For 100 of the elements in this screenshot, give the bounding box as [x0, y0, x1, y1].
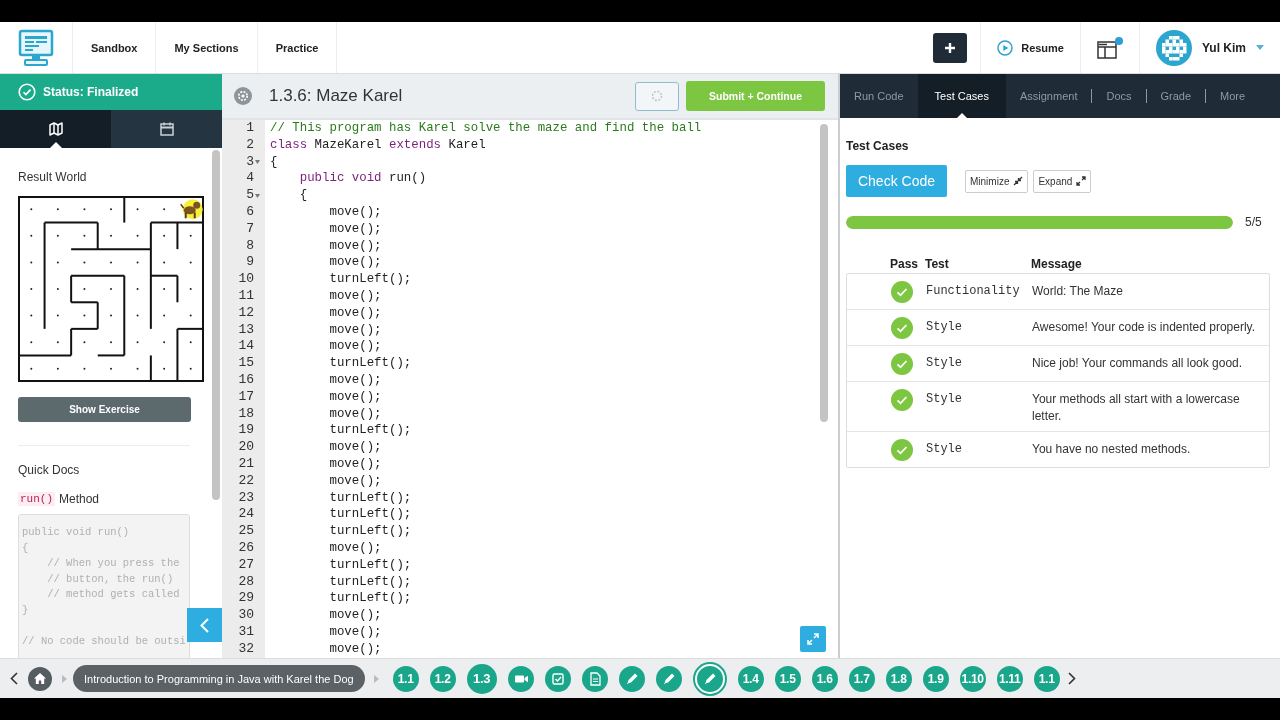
line-number: 19: [238, 422, 254, 440]
code-line: move();: [328, 304, 382, 322]
line-number: 14: [238, 338, 254, 356]
lesson-button[interactable]: 1.11: [996, 665, 1023, 692]
lesson-button[interactable]: 1.7: [848, 665, 875, 692]
add-button[interactable]: [933, 32, 968, 63]
next-button[interactable]: [1067, 672, 1076, 685]
tab[interactable]: More: [1206, 74, 1260, 118]
line-number: 1: [246, 120, 254, 137]
code-line: move();: [328, 388, 382, 406]
line-number: 8: [246, 237, 254, 255]
minimize-button[interactable]: Minimize: [965, 169, 1029, 193]
tab[interactable]: Run Code: [840, 74, 918, 118]
code-line: move();: [328, 539, 382, 557]
panel-tab[interactable]: [0, 110, 111, 148]
fullscreen-button[interactable]: [800, 626, 826, 652]
code-line: class MazeKarel extends Karel: [269, 136, 486, 154]
show-exercise-button[interactable]: Show Exercise: [18, 397, 191, 422]
activity-button[interactable]: [544, 665, 571, 692]
activity-button[interactable]: [507, 665, 534, 692]
code-line: turnLeft();: [328, 556, 412, 574]
column-header: Message: [1031, 257, 1083, 273]
lesson-button[interactable]: 1.2: [429, 665, 456, 692]
lesson-button[interactable]: 1.9: [922, 665, 949, 692]
home-icon: [34, 673, 46, 684]
home-button[interactable]: [28, 666, 52, 691]
code-line: move();: [328, 220, 382, 238]
code-line: // This program has Karel solve the maze and find the ball: [269, 120, 702, 137]
activity-button[interactable]: [655, 665, 682, 692]
code-line: {: [298, 187, 308, 204]
tab[interactable]: Test Cases: [917, 74, 1006, 118]
window-icon[interactable]: [1097, 40, 1117, 59]
activity-button[interactable]: [694, 663, 725, 694]
table-cell-text: Your methods all start with a lowercase letter.: [1032, 391, 1241, 425]
logo-icon[interactable]: [18, 28, 54, 67]
lesson-button[interactable]: 1.6: [811, 665, 838, 692]
tab[interactable]: Grade: [1146, 74, 1206, 118]
code-line: move();: [328, 287, 382, 305]
document-icon: [587, 671, 602, 686]
lesson-button[interactable]: 1.4: [737, 665, 764, 692]
tab[interactable]: Docs: [1092, 74, 1146, 118]
section-title: Test Cases: [846, 139, 910, 153]
fold-icon[interactable]: [255, 160, 260, 164]
triangle-icon: [62, 674, 67, 683]
previous-button[interactable]: [10, 672, 18, 685]
activity-button[interactable]: [581, 665, 608, 692]
code-line: move();: [328, 455, 382, 473]
line-number: 11: [238, 287, 254, 305]
panel-tab[interactable]: [111, 110, 222, 148]
code-line: {: [269, 153, 278, 171]
lesson-button[interactable]: 1.1: [1033, 665, 1060, 692]
activity-button[interactable]: [618, 665, 645, 692]
table-cell-text: Style: [926, 355, 963, 370]
line-number: 3: [246, 153, 254, 171]
line-number: 30: [238, 607, 254, 624]
line-number: 12: [238, 304, 254, 322]
check-code-button[interactable]: Check Code: [846, 165, 947, 197]
section-title: Result World: [18, 170, 88, 184]
table-cell-text: You have no nested methods.: [1032, 441, 1192, 458]
course-breadcrumb[interactable]: Introduction to Programming in Java with Karel the Dog: [73, 665, 365, 692]
chevron-right-icon: [1067, 672, 1076, 685]
tab[interactable]: Assignment: [1005, 74, 1092, 118]
lesson-button[interactable]: 1.5: [774, 665, 801, 692]
expand-button[interactable]: Expand: [1033, 169, 1092, 193]
scrollbar[interactable]: [212, 150, 220, 500]
resume-button[interactable]: Resume: [997, 39, 1064, 56]
lesson-button[interactable]: 1.3: [466, 663, 497, 694]
user-name[interactable]: Yul Kim: [1202, 40, 1246, 55]
chevron-left-icon: [10, 672, 18, 685]
line-number: 18: [238, 405, 254, 423]
fold-icon[interactable]: [255, 193, 260, 198]
line-number: 9: [246, 254, 254, 272]
lesson-button[interactable]: 1.1: [392, 665, 419, 692]
lesson-button[interactable]: 1.8: [885, 665, 912, 692]
expand-icon: [1076, 176, 1087, 186]
table-cell-text: Style: [926, 319, 963, 334]
caret-icon[interactable]: [1256, 45, 1264, 50]
nav-link[interactable]: Practice: [257, 22, 338, 73]
avatar-icon[interactable]: [1156, 29, 1192, 66]
nav-link[interactable]: Sandbox: [73, 22, 157, 73]
line-number: 4: [246, 170, 254, 188]
scrollbar[interactable]: [820, 124, 828, 422]
status-label: Status: Finalized: [43, 85, 139, 99]
code-line: public void run(): [298, 170, 427, 188]
table-cell-text: Style: [926, 391, 963, 406]
column-header: Pass: [890, 257, 920, 273]
nav-link[interactable]: My Sections: [156, 22, 258, 73]
collapse-button[interactable]: [187, 608, 222, 642]
line-number: 31: [238, 623, 254, 641]
spinner-button[interactable]: [635, 81, 679, 111]
line-number: 20: [238, 439, 254, 456]
map-icon: [47, 121, 64, 137]
table-cell-text: Style: [926, 441, 963, 456]
lesson-button[interactable]: 1.10: [959, 665, 986, 692]
code-line: move();: [328, 204, 382, 221]
code-line: move();: [328, 321, 382, 339]
line-number: 28: [238, 573, 254, 591]
code-line: turnLeft();: [328, 489, 412, 507]
gear-icon[interactable]: [234, 87, 252, 105]
check-circle-icon: [18, 83, 36, 101]
